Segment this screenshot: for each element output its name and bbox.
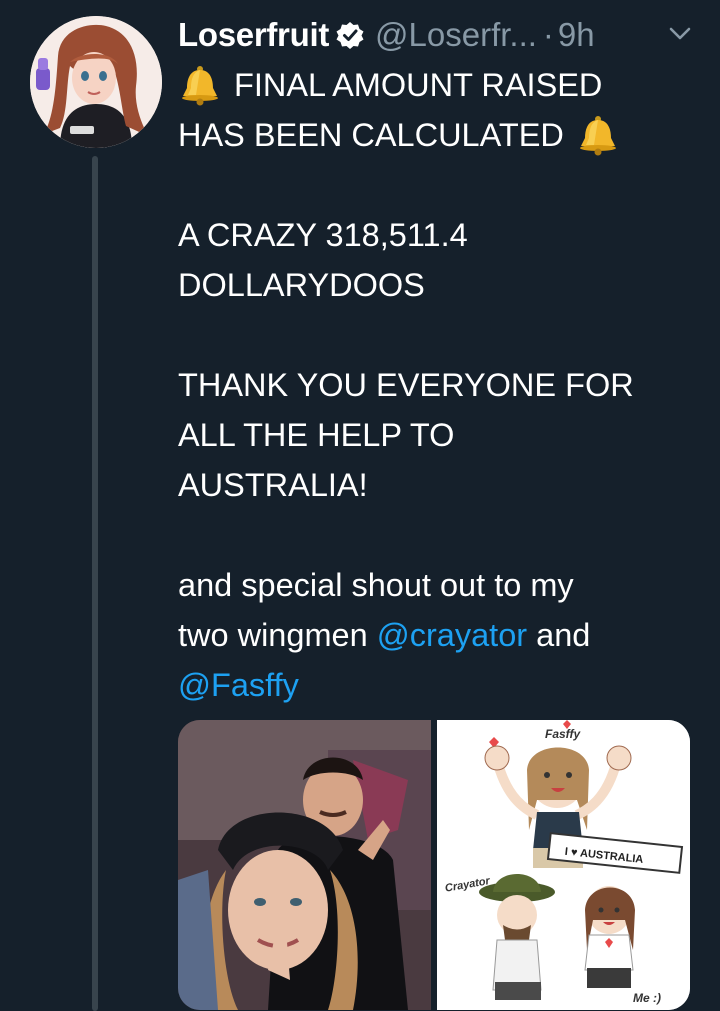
text-line-3: A CRAZY 318,511.4 — [178, 217, 468, 253]
bell-icon — [579, 116, 616, 156]
text-line: A CRAZY 318,511.4 — [178, 210, 708, 260]
text-line-5: THANK YOU EVERYONE FOR — [178, 367, 634, 403]
bell-icon — [182, 66, 218, 106]
selfie-image — [178, 720, 431, 1010]
text-line-2: HAS BEEN CALCULATED — [178, 117, 564, 153]
text-line: HAS BEEN CALCULATED — [178, 110, 708, 160]
tweet-header: Loserfruit @Loserfr... · 9h — [178, 12, 595, 58]
tweet[interactable]: Loserfruit @Loserfr... · 9h FINAL AMOUNT… — [0, 0, 720, 1011]
author-name[interactable]: Loserfruit — [178, 16, 329, 54]
avatar-illustration — [30, 16, 162, 148]
tweet-text: FINAL AMOUNT RAISED HAS BEEN CALCULATED … — [178, 60, 708, 710]
text-line: @Fasffy — [178, 660, 708, 710]
text-line-6: ALL THE HELP TO — [178, 417, 455, 453]
verified-badge-icon — [336, 22, 364, 49]
text-line: AUSTRALIA! — [178, 460, 708, 510]
separator-dot: · — [542, 16, 554, 53]
text-line-8: and special shout out to my — [178, 567, 574, 603]
photo-illustration[interactable]: Fasffy I ♥ AUSTRALIA Crayator Me:) — [437, 720, 690, 1010]
text-line: THANK YOU EVERYONE FOR — [178, 360, 708, 410]
thread-connector-line — [92, 156, 98, 1011]
text-line-9-end: and — [527, 617, 591, 653]
author-handle[interactable]: @Loserfr... — [375, 16, 537, 54]
text-line-1: FINAL AMOUNT RAISED — [234, 67, 603, 103]
label-fasffy: Fasffy — [545, 727, 581, 741]
text-line-9: two wingmen — [178, 617, 377, 653]
mention-fasffy[interactable]: @Fasffy — [178, 660, 299, 710]
text-line: two wingmen @crayator and — [178, 610, 708, 660]
cartoon-illustration: Fasffy I ♥ AUSTRALIA Crayator Me:) — [437, 720, 690, 1010]
mention-crayator[interactable]: @crayator — [377, 610, 527, 660]
text-line-4: DOLLARYDOOS — [178, 267, 425, 303]
text-line-7: AUSTRALIA! — [178, 467, 368, 503]
text-line: FINAL AMOUNT RAISED — [178, 60, 708, 110]
photo-selfie[interactable] — [178, 720, 431, 1010]
avatar[interactable] — [30, 16, 162, 148]
text-line: and special shout out to my — [178, 560, 708, 610]
timestamp[interactable]: 9h — [558, 16, 595, 54]
label-me: Me :) — [633, 991, 661, 1005]
text-line: ALL THE HELP TO — [178, 410, 708, 460]
chevron-down-icon[interactable] — [668, 24, 692, 44]
media-grid: Fasffy I ♥ AUSTRALIA Crayator Me:) — [178, 720, 690, 1010]
text-line: DOLLARYDOOS — [178, 260, 708, 310]
